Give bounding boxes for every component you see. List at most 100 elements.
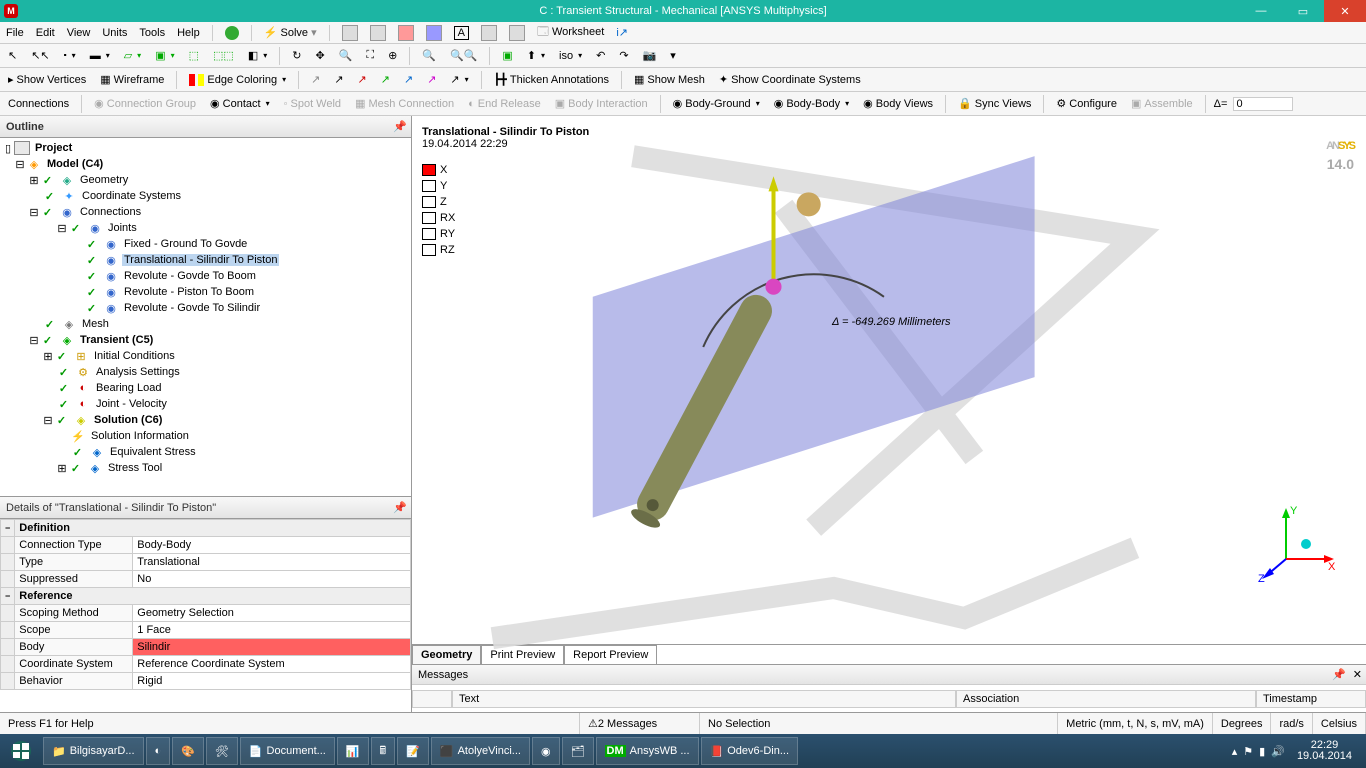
end-release-button[interactable]: ◐ End Release	[464, 94, 545, 114]
menu-help[interactable]: Help	[177, 27, 200, 39]
tree-joint-0[interactable]: Fixed - Ground To Govde	[122, 238, 249, 250]
contact-button[interactable]: ◉ Contact	[206, 94, 274, 114]
tree-joint-4[interactable]: Revolute - Govde To Silindir	[122, 302, 262, 314]
mag-icon[interactable]: 🔍	[418, 46, 440, 66]
pin-icon[interactable]: 📌	[393, 501, 407, 514]
e3-icon[interactable]: ↗	[354, 70, 371, 90]
start-button[interactable]	[0, 734, 42, 768]
msg-col-text[interactable]: Text	[452, 690, 956, 708]
maximize-button[interactable]: ▭	[1282, 0, 1324, 22]
spot-weld-button[interactable]: ◦ Spot Weld	[280, 94, 345, 114]
run-icon[interactable]	[225, 26, 239, 40]
solve-button[interactable]: ⚡ Solve ▾	[264, 26, 317, 39]
menu-view[interactable]: View	[67, 27, 91, 39]
worksheet-button[interactable]: 🗔 Worksheet	[537, 23, 604, 42]
tool-icon-3[interactable]	[398, 25, 414, 41]
task-item[interactable]: 🖩	[371, 737, 396, 765]
tree-joint-2[interactable]: Revolute - Govde To Boom	[122, 270, 258, 282]
tool-icon-2[interactable]	[370, 25, 386, 41]
scop-value[interactable]: Geometry Selection	[133, 605, 411, 622]
tray-vol-icon[interactable]: 🔊	[1271, 745, 1285, 758]
tree-joint-3[interactable]: Revolute - Piston To Boom	[122, 286, 256, 298]
body-interaction-button[interactable]: ▣ Body Interaction	[551, 94, 652, 114]
tool-icon-5[interactable]	[481, 25, 497, 41]
tray-flag-icon[interactable]: ⚑	[1243, 745, 1253, 758]
ext-icon[interactable]: ◧	[244, 46, 271, 66]
tool-icon-6[interactable]	[509, 25, 525, 41]
thicken-button[interactable]: ┣╋ Thicken Annotations	[490, 70, 613, 90]
body-body-button[interactable]: ◉ Body-Body	[770, 94, 853, 114]
tree-stresstool[interactable]: Stress Tool	[106, 462, 164, 474]
assemble-button[interactable]: ▣ Assemble	[1127, 94, 1197, 114]
configure-button[interactable]: ⚙ Configure	[1052, 94, 1121, 114]
snap-dropdown-icon[interactable]: ▾	[666, 46, 680, 66]
info-icon[interactable]: i↗	[616, 26, 628, 39]
iso-icon[interactable]: iso	[555, 46, 586, 66]
face-icon[interactable]: ▱	[120, 46, 145, 66]
conn-type-value[interactable]: Body-Body	[133, 537, 411, 554]
node-icon[interactable]: ⬚	[185, 46, 203, 66]
tree-bearing[interactable]: Bearing Load	[94, 382, 163, 394]
task-item[interactable]: ◉	[532, 737, 560, 765]
connections-button[interactable]: Connections	[4, 94, 73, 114]
supp-value[interactable]: No	[133, 571, 411, 588]
annotation-a-icon[interactable]: A	[454, 26, 469, 40]
rotate-icon[interactable]: ↻	[288, 46, 305, 66]
msg-col-assoc[interactable]: Association	[956, 690, 1256, 708]
type-value[interactable]: Translational	[133, 554, 411, 571]
tree-solution[interactable]: Solution (C6)	[92, 414, 164, 426]
show-mesh-button[interactable]: ▦ Show Mesh	[630, 70, 709, 90]
e1-icon[interactable]: ↗	[307, 70, 324, 90]
tree-connections[interactable]: Connections	[78, 206, 143, 218]
boxzoom-icon[interactable]: ⛶	[362, 46, 378, 66]
task-item[interactable]: ⬛ AtolyeVinci...	[431, 737, 530, 765]
tool-icon[interactable]	[342, 25, 358, 41]
node2-icon[interactable]: ⬚⬚	[209, 46, 238, 66]
msg-col-time[interactable]: Timestamp	[1256, 690, 1366, 708]
edge-coloring-button[interactable]: Edge Coloring	[185, 70, 290, 90]
task-item[interactable]: 📁 BilgisayarD...	[43, 737, 144, 765]
system-tray[interactable]: ▴ ⚑ ▮ 🔊 22:29 19.04.2014	[1224, 740, 1366, 762]
tray-net-icon[interactable]: ▮	[1259, 745, 1265, 758]
menu-file[interactable]: File	[6, 27, 24, 39]
e2-icon[interactable]: ↗	[330, 70, 347, 90]
close-button[interactable]: ✕	[1324, 0, 1366, 22]
task-item[interactable]: 📄 Document...	[240, 737, 335, 765]
connection-group-button[interactable]: ◉ Connection Group	[90, 94, 200, 114]
tree-transient[interactable]: Transient (C5)	[78, 334, 155, 346]
delta-input[interactable]	[1233, 97, 1293, 111]
cursor2-icon[interactable]: ↖↖	[27, 46, 53, 66]
show-cs-button[interactable]: ✦ Show Coordinate Systems	[715, 70, 865, 90]
sync-views-button[interactable]: 🔒 Sync Views	[954, 94, 1035, 114]
clock[interactable]: 22:29 19.04.2014	[1291, 740, 1358, 762]
tree-model[interactable]: Model (C4)	[45, 158, 105, 170]
tree-project[interactable]: Project	[33, 142, 74, 154]
task-item[interactable]: 📕 Odev6-Din...	[701, 737, 798, 765]
e7-icon[interactable]: ↗	[446, 70, 472, 90]
body-icon[interactable]: ▣	[151, 46, 178, 66]
body-ground-button[interactable]: ◉ Body-Ground	[669, 94, 764, 114]
status-msg[interactable]: ⚠ 2 Messages	[580, 713, 700, 735]
mesh-connection-button[interactable]: ▦ Mesh Connection	[351, 94, 458, 114]
minimize-button[interactable]: —	[1240, 0, 1282, 22]
show-vertices-button[interactable]: ▸ Show Vertices	[4, 70, 90, 90]
orientation-triad[interactable]: Y X Z	[1256, 504, 1336, 584]
pan-icon[interactable]: ✥	[311, 46, 328, 66]
task-item[interactable]: 🎨	[172, 737, 204, 765]
beh-value[interactable]: Rigid	[133, 673, 411, 690]
e4-icon[interactable]: ↗	[377, 70, 394, 90]
pin-icon[interactable]: 📌	[393, 120, 407, 133]
wireframe-button[interactable]: ▦ Wireframe	[96, 70, 168, 90]
fit-icon[interactable]: ⊕	[384, 46, 401, 66]
task-item[interactable]: 📝	[397, 737, 429, 765]
viewcube-icon[interactable]: ▣	[498, 46, 516, 66]
viewport-3d[interactable]: Translational - Silindir To Piston 19.04…	[412, 116, 1366, 644]
scope-value[interactable]: 1 Face	[133, 622, 411, 639]
body-views-button[interactable]: ◉ Body Views	[859, 94, 937, 114]
tray-up-icon[interactable]: ▴	[1232, 745, 1238, 758]
point-icon[interactable]: ⬝	[60, 46, 80, 66]
tree-joints[interactable]: Joints	[106, 222, 139, 234]
snap-icon[interactable]: 📷	[639, 46, 661, 66]
edge-icon[interactable]: ▬	[86, 46, 114, 66]
e6-icon[interactable]: ↗	[423, 70, 440, 90]
